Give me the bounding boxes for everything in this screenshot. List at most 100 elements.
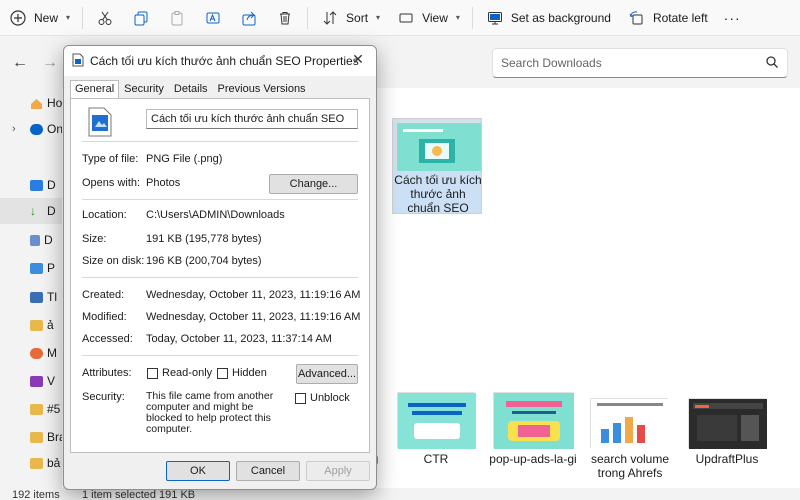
copy-button[interactable]	[123, 4, 159, 32]
search-placeholder: Search Downloads	[501, 56, 602, 70]
created-value: Wednesday, October 11, 2023, 11:19:16 AM	[146, 289, 361, 301]
copy-icon	[131, 8, 151, 28]
tab-general[interactable]: General	[70, 80, 120, 99]
file-item-selected[interactable]: Cách tối ưu kích thước ảnh chuẩn SEO	[392, 118, 482, 215]
folder-icon	[30, 431, 43, 443]
toolbar-divider	[307, 6, 309, 29]
paste-button[interactable]	[159, 4, 195, 32]
change-button-label: Change...	[289, 178, 338, 190]
type-label: Type of file:	[82, 153, 139, 165]
sidebar-item-documents[interactable]: D	[0, 227, 62, 253]
change-button[interactable]: Change...	[269, 174, 358, 194]
rename-icon	[203, 8, 223, 28]
file-name: search volume trong Ahrefs	[590, 452, 670, 480]
file-name: pop-up-ads-la-gi	[489, 452, 577, 466]
sidebar-item-label: D	[44, 233, 53, 247]
close-icon[interactable]: ✕	[348, 51, 368, 68]
tab-details[interactable]: Details	[169, 80, 213, 98]
file-thumbnail[interactable]	[688, 398, 767, 449]
chevron-right-icon: ›	[12, 123, 16, 135]
sidebar-item-folder[interactable]: ả	[0, 312, 62, 338]
apply-button[interactable]: Apply	[306, 461, 370, 481]
desktop-icon	[30, 179, 43, 191]
file-name: UpdraftPlus	[695, 452, 759, 466]
sidebar-item-label: On	[47, 122, 62, 136]
sidebar-item-label: #5	[47, 402, 61, 416]
unblock-checkbox[interactable]	[295, 393, 306, 404]
divider	[82, 277, 358, 278]
accessed-label: Accessed:	[82, 333, 133, 345]
rotate-left-label: Rotate left	[652, 10, 708, 25]
rotate-left-button[interactable]: Rotate left	[619, 4, 716, 32]
sidebar-item-folder[interactable]: Bra	[0, 424, 62, 450]
delete-button[interactable]	[267, 4, 303, 32]
rotate-left-icon	[627, 8, 647, 28]
sidebar-item-label: D	[47, 204, 56, 218]
sidebar-item-videos[interactable]: V	[0, 368, 62, 394]
video-icon	[30, 375, 43, 387]
new-label: New	[34, 10, 59, 25]
new-button[interactable]: New ▾	[0, 4, 78, 32]
search-input[interactable]: Search Downloads	[492, 48, 788, 78]
more-options-button[interactable]: ···	[716, 4, 749, 32]
item-count: 192 items	[12, 489, 60, 500]
file-thumbnail	[396, 122, 481, 171]
size-value: 191 KB (195,778 bytes)	[146, 233, 262, 245]
forward-arrow-icon[interactable]: →	[42, 54, 58, 72]
read-only-checkbox[interactable]	[147, 368, 158, 379]
cancel-button[interactable]: Cancel	[236, 461, 300, 481]
apply-button-label: Apply	[324, 465, 352, 477]
scissors-icon	[95, 8, 115, 28]
advanced-button-label: Advanced...	[297, 368, 357, 380]
cut-button[interactable]	[87, 4, 123, 32]
dialog-title-bar[interactable]: Cách tối ưu kích thước ảnh chuẩn SEO Pro…	[64, 46, 376, 76]
view-button[interactable]: View ▾	[388, 4, 468, 32]
ok-button-label: OK	[190, 465, 206, 477]
sidebar-item-home[interactable]: Ho	[0, 90, 62, 116]
size-label: Size:	[82, 233, 107, 245]
sidebar-item-downloads[interactable]: ↓ D	[0, 198, 62, 224]
modified-value: Wednesday, October 11, 2023, 11:19:16 AM	[146, 311, 361, 323]
file-thumbnail[interactable]	[590, 398, 669, 449]
sidebar-item-label: Bra	[47, 430, 62, 444]
sidebar-item-label: D	[47, 178, 56, 192]
share-button[interactable]	[231, 4, 267, 32]
hidden-label: Hidden	[232, 367, 267, 379]
location-value: C:\Users\ADMIN\Downloads	[146, 209, 285, 221]
back-arrow-icon[interactable]: ←	[12, 54, 28, 72]
file-name-field[interactable]: Cách tối ưu kích thước ảnh chuẩn SEO	[146, 109, 358, 129]
sidebar-item-music[interactable]: M	[0, 340, 62, 366]
cloud-icon	[30, 123, 43, 135]
search-icon	[765, 55, 779, 72]
tab-security[interactable]: Security	[119, 80, 169, 98]
sort-icon	[320, 8, 340, 28]
chevron-down-icon: ▾	[455, 13, 460, 22]
divider	[82, 199, 358, 200]
sidebar-item-folder[interactable]: Tl	[0, 284, 62, 310]
advanced-button[interactable]: Advanced...	[296, 364, 358, 384]
document-icon	[30, 234, 40, 246]
tab-previous-versions[interactable]: Previous Versions	[213, 80, 311, 98]
sidebar-item-onedrive[interactable]: › On	[0, 116, 62, 142]
file-thumbnail[interactable]	[493, 392, 574, 449]
view-icon	[396, 8, 416, 28]
file-name: CTR	[423, 452, 449, 466]
sidebar-item-label: Ho	[47, 96, 62, 110]
file-thumbnail[interactable]	[397, 392, 476, 449]
hidden-checkbox[interactable]	[217, 368, 228, 379]
rename-button[interactable]	[195, 4, 231, 32]
chevron-down-icon: ▾	[376, 13, 381, 22]
location-label: Location:	[82, 209, 127, 221]
sidebar-item-desktop[interactable]: D	[0, 172, 62, 198]
set-background-button[interactable]: Set as background	[477, 4, 619, 32]
sort-button[interactable]: Sort ▾	[312, 4, 388, 32]
file-name: Cách tối ưu kích thước ảnh chuẩn SEO	[394, 173, 482, 215]
sidebar-item-folder[interactable]: bả	[0, 450, 62, 476]
divider	[82, 355, 358, 356]
share-icon	[239, 8, 259, 28]
sidebar-item-pictures[interactable]: P	[0, 255, 62, 281]
opens-with-label: Opens with:	[82, 177, 141, 189]
ok-button[interactable]: OK	[166, 461, 230, 481]
sidebar-item-folder[interactable]: #5	[0, 396, 62, 422]
file-type-icon	[87, 107, 113, 140]
